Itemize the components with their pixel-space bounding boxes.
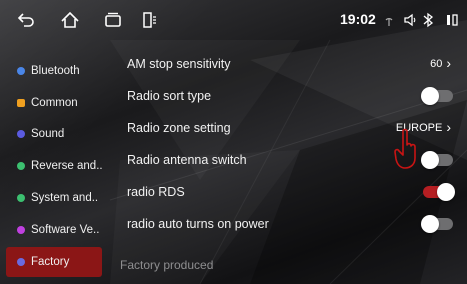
chevron-right-icon: › bbox=[446, 119, 451, 135]
setting-row-radio-sort-type[interactable]: Radio sort type bbox=[110, 80, 467, 111]
setting-row-radio-auto-power[interactable]: radio auto turns on power bbox=[110, 208, 467, 239]
clock-time: 19:02 bbox=[340, 11, 376, 27]
sidebar-item-label: Factory bbox=[31, 256, 70, 268]
setting-label: radio RDS bbox=[127, 184, 185, 199]
reverse-category-icon bbox=[17, 162, 25, 170]
sound-category-icon bbox=[17, 130, 25, 138]
system-category-icon bbox=[17, 194, 25, 202]
common-category-icon bbox=[17, 99, 25, 107]
battery-icon bbox=[447, 14, 458, 26]
bluetooth-category-icon bbox=[17, 67, 25, 75]
setting-label: Radio antenna switch bbox=[127, 152, 247, 167]
setting-row-am-stop-sensitivity[interactable]: AM stop sensitivity 60 › bbox=[110, 48, 467, 79]
sidebar-item-sound[interactable]: Sound bbox=[6, 119, 102, 149]
split-screen-icon[interactable] bbox=[140, 10, 160, 30]
setting-label: radio auto turns on power bbox=[127, 216, 269, 231]
recent-apps-icon[interactable] bbox=[103, 10, 123, 30]
sidebar-item-label: Common bbox=[31, 97, 78, 109]
sidebar-item-factory[interactable]: Factory bbox=[6, 247, 102, 277]
factory-produced-label: Factory produced bbox=[120, 258, 214, 272]
sidebar-item-software-version[interactable]: Software Ve.. bbox=[6, 215, 102, 245]
radio-auto-power-toggle[interactable] bbox=[421, 214, 453, 233]
sidebar-item-system[interactable]: System and.. bbox=[6, 183, 102, 213]
sidebar-item-bluetooth[interactable]: Bluetooth bbox=[6, 56, 102, 86]
sidebar-item-label: Bluetooth bbox=[31, 65, 80, 77]
chevron-right-icon: › bbox=[446, 55, 451, 71]
bluetooth-icon[interactable] bbox=[422, 12, 434, 28]
radio-rds-toggle[interactable] bbox=[423, 182, 455, 201]
sidebar-item-label: Sound bbox=[31, 128, 65, 140]
setting-label: AM stop sensitivity bbox=[127, 56, 231, 71]
toggle-knob bbox=[421, 86, 439, 105]
home-icon[interactable] bbox=[60, 10, 80, 30]
toggle-knob bbox=[437, 182, 455, 201]
factory-category-icon bbox=[17, 258, 25, 266]
volume-icon[interactable] bbox=[403, 12, 419, 28]
toggle-knob bbox=[421, 214, 439, 233]
sidebar-item-label: Reverse and.. bbox=[31, 160, 102, 172]
setting-row-radio-rds[interactable]: radio RDS bbox=[110, 176, 467, 207]
toggle-knob bbox=[421, 150, 439, 169]
software-category-icon bbox=[17, 226, 25, 234]
sidebar-item-label: System and.. bbox=[31, 192, 99, 204]
back-icon[interactable] bbox=[16, 10, 36, 30]
setting-value[interactable]: 60 › bbox=[430, 55, 451, 71]
sidebar-item-common[interactable]: Common bbox=[6, 88, 102, 118]
settings-sidebar: Bluetooth Common Sound Reverse and.. Sys… bbox=[0, 46, 110, 284]
setting-label: Radio sort type bbox=[127, 88, 212, 103]
signal-icon bbox=[385, 18, 393, 26]
setting-label: Radio zone setting bbox=[127, 120, 231, 135]
radio-antenna-switch-toggle[interactable] bbox=[421, 150, 453, 169]
sidebar-item-reverse[interactable]: Reverse and.. bbox=[6, 151, 102, 181]
status-bar: 19:02 bbox=[0, 0, 467, 40]
setting-value-text: 60 bbox=[430, 57, 443, 70]
radio-sort-type-toggle[interactable] bbox=[421, 86, 453, 105]
hand-cursor-icon bbox=[394, 128, 416, 169]
sidebar-item-label: Software Ve.. bbox=[31, 224, 100, 236]
